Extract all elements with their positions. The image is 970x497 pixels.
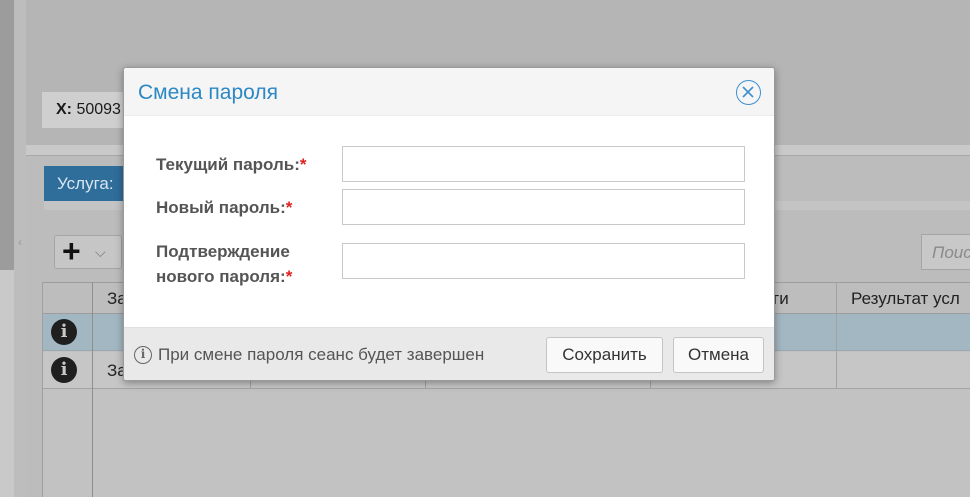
confirm-password-label: Подтверждение нового пароля:*: [156, 239, 292, 289]
save-button[interactable]: Сохранить: [546, 337, 663, 373]
current-password-label-text: Текущий пароль:: [156, 155, 300, 174]
change-password-dialog: Смена пароля Текущий пароль:* Новый паро…: [123, 67, 775, 381]
left-panel-strip: [0, 0, 14, 270]
cancel-button[interactable]: Отмена: [673, 337, 764, 373]
column-header[interactable]: ги: [773, 289, 789, 309]
required-mark: *: [285, 198, 293, 217]
dialog-header: Смена пароля: [124, 68, 774, 116]
required-mark: *: [285, 267, 293, 286]
info-icon[interactable]: i: [51, 357, 77, 383]
new-password-label: Новый пароль:*: [156, 195, 292, 220]
coordinate-value: 50093: [76, 101, 121, 118]
column-divider: [836, 282, 837, 389]
chevron-down-icon[interactable]: ⌵: [95, 244, 106, 261]
confirm-password-label-line1: Подтверждение: [156, 242, 290, 261]
current-password-input[interactable]: [342, 146, 745, 182]
current-password-label: Текущий пароль:*: [156, 152, 307, 177]
coordinate-label: X:: [56, 101, 72, 118]
close-x-glyph: [742, 86, 754, 98]
dialog-footer: i При смене пароля сеанс будет завершен …: [124, 327, 774, 380]
new-password-label-text: Новый пароль:: [156, 198, 286, 217]
column-header[interactable]: Результат усл: [851, 289, 960, 309]
info-circle-icon: i: [134, 346, 152, 364]
new-password-input[interactable]: [342, 189, 745, 225]
add-button[interactable]: + ⌵: [54, 233, 122, 269]
splitter-arrow-icon[interactable]: ‹: [15, 212, 25, 272]
dialog-title: Смена пароля: [138, 81, 278, 104]
search-input[interactable]: Поис: [921, 234, 970, 270]
required-mark: *: [299, 155, 307, 174]
column-divider: [92, 282, 93, 497]
close-icon[interactable]: [736, 80, 761, 105]
confirm-password-input[interactable]: [342, 243, 745, 279]
info-icon[interactable]: i: [51, 319, 77, 345]
plus-icon: +: [62, 233, 81, 269]
confirm-password-label-line2: нового пароля:: [156, 267, 286, 286]
session-end-note: При смене пароля сеанс будет завершен: [158, 345, 485, 364]
tab-service[interactable]: Услуга:: [44, 166, 134, 201]
